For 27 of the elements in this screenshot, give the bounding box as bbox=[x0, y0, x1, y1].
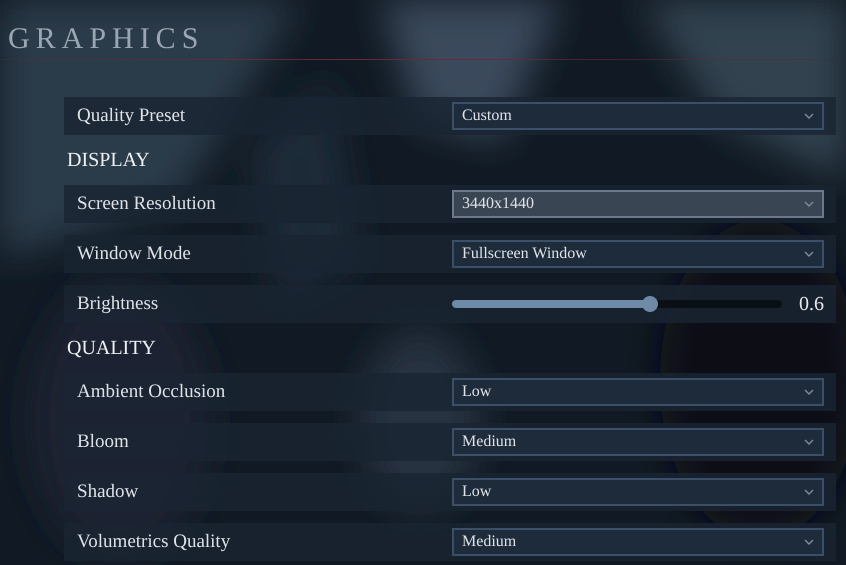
chevron-down-icon bbox=[804, 201, 814, 207]
dropdown[interactable]: Medium bbox=[452, 528, 824, 556]
page-title: GRAPHICS bbox=[7, 21, 204, 56]
dropdown[interactable]: Fullscreen Window bbox=[452, 240, 824, 268]
setting-label: Ambient Occlusion bbox=[77, 381, 226, 403]
setting-label: Volumetrics Quality bbox=[77, 531, 232, 553]
section-heading: QUALITY bbox=[66, 336, 156, 361]
setting-label: Quality Preset bbox=[77, 105, 186, 127]
chevron-down-icon bbox=[804, 251, 814, 257]
chevron-down-icon bbox=[804, 389, 814, 395]
chevron-down-icon bbox=[804, 489, 814, 495]
dropdown[interactable]: Medium bbox=[452, 428, 824, 456]
setting-label: Brightness bbox=[77, 293, 160, 315]
chevron-down-icon bbox=[804, 439, 814, 445]
section-heading: DISPLAY bbox=[66, 148, 150, 173]
dropdown[interactable]: 3440x1440 bbox=[452, 190, 824, 218]
setting-label: Bloom bbox=[77, 431, 130, 453]
chevron-down-icon bbox=[804, 539, 814, 545]
setting-label: Window Mode bbox=[77, 243, 192, 265]
slider-value: 0.6 bbox=[799, 292, 824, 316]
dropdown[interactable]: Low bbox=[452, 378, 824, 406]
setting-label: Screen Resolution bbox=[77, 193, 217, 215]
slider-thumb[interactable] bbox=[642, 296, 658, 312]
setting-label: Shadow bbox=[77, 481, 140, 503]
dropdown[interactable]: Custom bbox=[452, 102, 824, 130]
dropdown[interactable]: Low bbox=[452, 478, 824, 506]
chevron-down-icon bbox=[804, 113, 814, 119]
